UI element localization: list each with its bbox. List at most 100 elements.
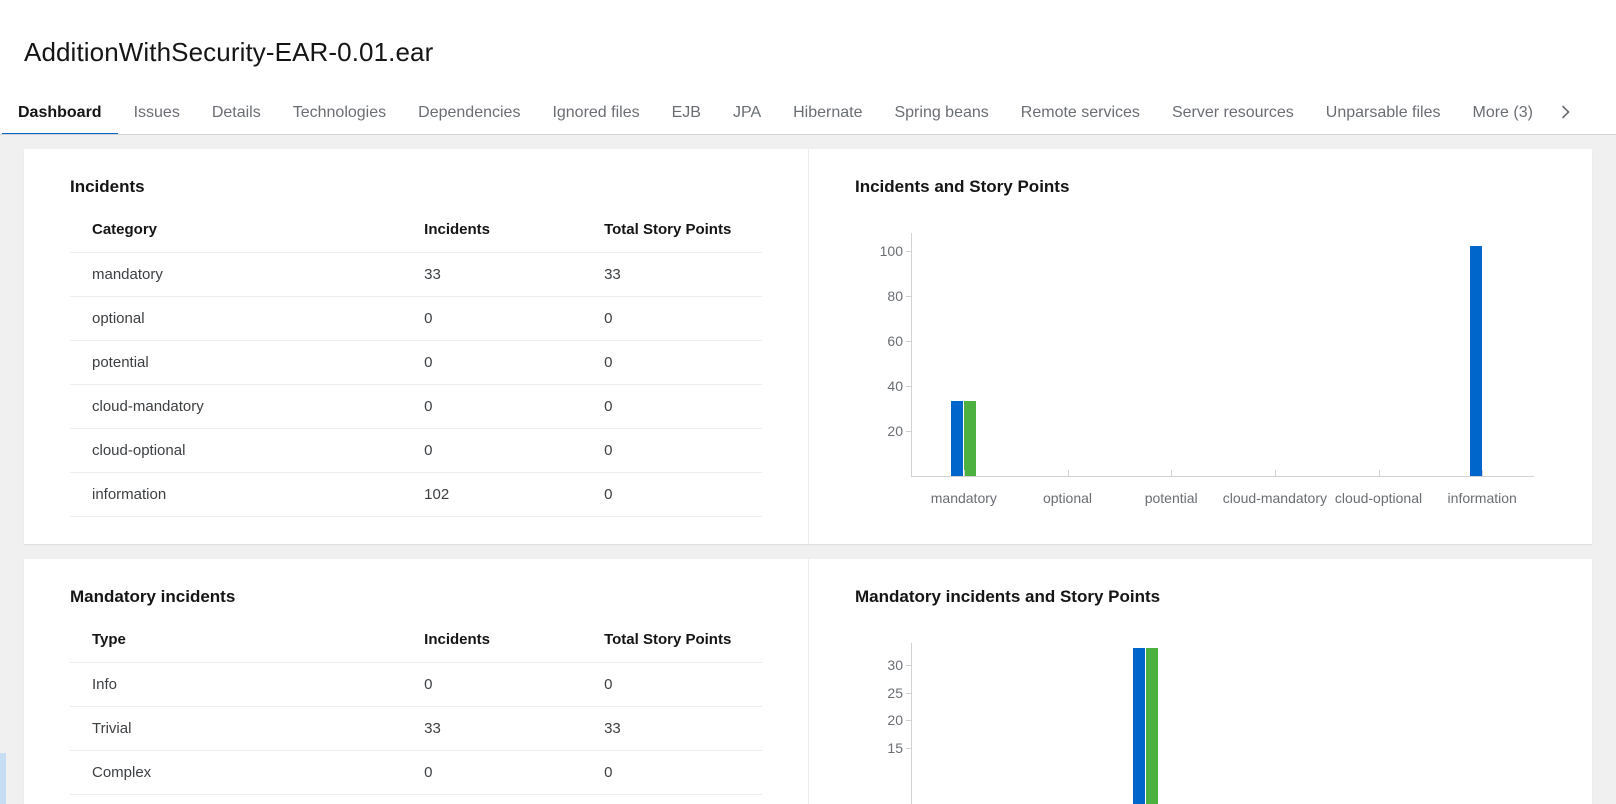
card-title-incidents: Incidents xyxy=(70,177,784,197)
column-header: Incidents xyxy=(402,221,582,253)
tab-issues[interactable]: Issues xyxy=(118,91,196,135)
x-axis-tick-label: cloud-mandatory xyxy=(1223,490,1327,506)
x-axis-tick xyxy=(1275,470,1276,477)
tab-ejb[interactable]: EJB xyxy=(656,91,717,135)
table-cell: 0 xyxy=(582,750,762,794)
table-cell: optional xyxy=(70,296,402,340)
card-title-mandatory: Mandatory incidents xyxy=(70,587,784,607)
tab-more-3[interactable]: More (3) xyxy=(1457,91,1549,135)
tab-ignored-files[interactable]: Ignored files xyxy=(536,91,655,135)
bar-group: cloud-optional xyxy=(1327,233,1431,476)
table-cell: 0 xyxy=(582,296,762,340)
table-cell: 33 xyxy=(582,252,762,296)
column-header: Total Story Points xyxy=(582,631,762,663)
mandatory-bar-chart: 15202530 xyxy=(833,633,1568,804)
bar-group: potential xyxy=(1119,233,1223,476)
y-axis-tick-label: 100 xyxy=(880,243,903,259)
x-axis-tick-label: information xyxy=(1448,490,1517,506)
dashboard-body: Incidents CategoryIncidentsTotal Story P… xyxy=(0,135,1616,804)
x-axis-tick-label: mandatory xyxy=(931,490,997,506)
table-cell: Trivial xyxy=(70,706,402,750)
table-row: Trivial3333 xyxy=(70,706,762,750)
tab-dashboard[interactable]: Dashboard xyxy=(2,91,118,135)
tab-label: Unparsable files xyxy=(1326,104,1441,122)
vertical-scrollbar-thumb[interactable] xyxy=(0,753,6,804)
bar-incidents[interactable] xyxy=(951,401,963,475)
table-row: potential00 xyxy=(70,340,762,384)
table-row: Info00 xyxy=(70,662,762,706)
column-header: Total Story Points xyxy=(582,221,762,253)
bar-incidents[interactable] xyxy=(1470,246,1482,476)
bar-group: mandatory xyxy=(912,233,1016,476)
table-row: information1020 xyxy=(70,472,762,516)
card-mandatory-table: Mandatory incidents TypeIncidentsTotal S… xyxy=(24,559,808,804)
table-row: cloud-mandatory00 xyxy=(70,384,762,428)
tab-details[interactable]: Details xyxy=(196,91,277,135)
tab-spring-beans[interactable]: Spring beans xyxy=(878,91,1004,135)
card-incidents-table: Incidents CategoryIncidentsTotal Story P… xyxy=(24,149,808,544)
card-incidents-chart: Incidents and Story Points mandatoryopti… xyxy=(808,149,1592,544)
bar-group xyxy=(912,643,1068,804)
bar-incidents[interactable] xyxy=(1133,648,1145,804)
table-cell: 33 xyxy=(402,706,582,750)
tab-unparsable-files[interactable]: Unparsable files xyxy=(1310,91,1457,135)
y-axis-tick-label: 40 xyxy=(887,378,903,394)
tab-jpa[interactable]: JPA xyxy=(717,91,777,135)
tab-hibernate[interactable]: Hibernate xyxy=(777,91,878,135)
tab-label: Details xyxy=(212,104,261,122)
y-axis-tick-label: 80 xyxy=(887,288,903,304)
tab-label: Server resources xyxy=(1172,104,1294,122)
table-cell: cloud-mandatory xyxy=(70,384,402,428)
table-row: optional00 xyxy=(70,296,762,340)
table-header-row: TypeIncidentsTotal Story Points xyxy=(70,631,762,663)
bar-group xyxy=(1068,643,1224,804)
y-axis-tick-label: 20 xyxy=(887,423,903,439)
bar-group: optional xyxy=(1016,233,1120,476)
table-cell: 0 xyxy=(402,384,582,428)
bar-story-points[interactable] xyxy=(964,401,976,475)
bar-story-points[interactable] xyxy=(1146,648,1158,804)
tab-label: Technologies xyxy=(293,104,386,122)
card-mandatory-chart: Mandatory incidents and Story Points 152… xyxy=(808,559,1592,804)
table-cell: 0 xyxy=(582,794,762,804)
chart-bars: mandatoryoptionalpotentialcloud-mandator… xyxy=(912,233,1534,476)
tab-dependencies[interactable]: Dependencies xyxy=(402,91,536,135)
table-cell: 33 xyxy=(582,706,762,750)
x-axis-tick xyxy=(1068,470,1069,477)
y-axis-tick-label: 20 xyxy=(887,712,903,728)
table-cell: 0 xyxy=(582,428,762,472)
x-axis-tick-label: cloud-optional xyxy=(1335,490,1422,506)
bar-group xyxy=(1223,643,1379,804)
tab-label: Ignored files xyxy=(552,104,639,122)
y-axis-tick-label: 25 xyxy=(887,685,903,701)
tab-remote-services[interactable]: Remote services xyxy=(1005,91,1156,135)
chart-plot-area: 15202530 xyxy=(911,643,1534,804)
x-axis-tick xyxy=(1379,470,1380,477)
table-cell: 0 xyxy=(402,428,582,472)
table-cell: Complex xyxy=(70,750,402,794)
y-axis-tick-label: 60 xyxy=(887,333,903,349)
table-cell: 0 xyxy=(402,340,582,384)
table-row: Redesign00 xyxy=(70,794,762,804)
tab-label: Issues xyxy=(134,104,180,122)
tab-scroll-right-button[interactable] xyxy=(1549,91,1583,134)
dashboard-row-2: Mandatory incidents TypeIncidentsTotal S… xyxy=(24,559,1592,804)
page-title: AdditionWithSecurity-EAR-0.01.ear xyxy=(0,17,1616,68)
table-cell: mandatory xyxy=(70,252,402,296)
bar-group: information xyxy=(1430,233,1534,476)
mandatory-incidents-table: TypeIncidentsTotal Story Points Info00Tr… xyxy=(70,631,762,804)
table-cell: 0 xyxy=(582,662,762,706)
tab-label: More (3) xyxy=(1473,104,1533,122)
app-root: AdditionWithSecurity-EAR-0.01.ear Dashbo… xyxy=(0,17,1616,804)
tab-server-resources[interactable]: Server resources xyxy=(1156,91,1310,135)
y-axis-tick-label: 15 xyxy=(887,740,903,756)
table-cell: 0 xyxy=(582,472,762,516)
column-header: Incidents xyxy=(402,631,582,663)
tab-technologies[interactable]: Technologies xyxy=(277,91,402,135)
table-cell: 0 xyxy=(582,340,762,384)
tab-label: Dashboard xyxy=(18,104,102,122)
x-axis-tick xyxy=(1482,470,1483,477)
table-cell: Info xyxy=(70,662,402,706)
table-cell: 0 xyxy=(402,794,582,804)
table-cell: 0 xyxy=(402,296,582,340)
